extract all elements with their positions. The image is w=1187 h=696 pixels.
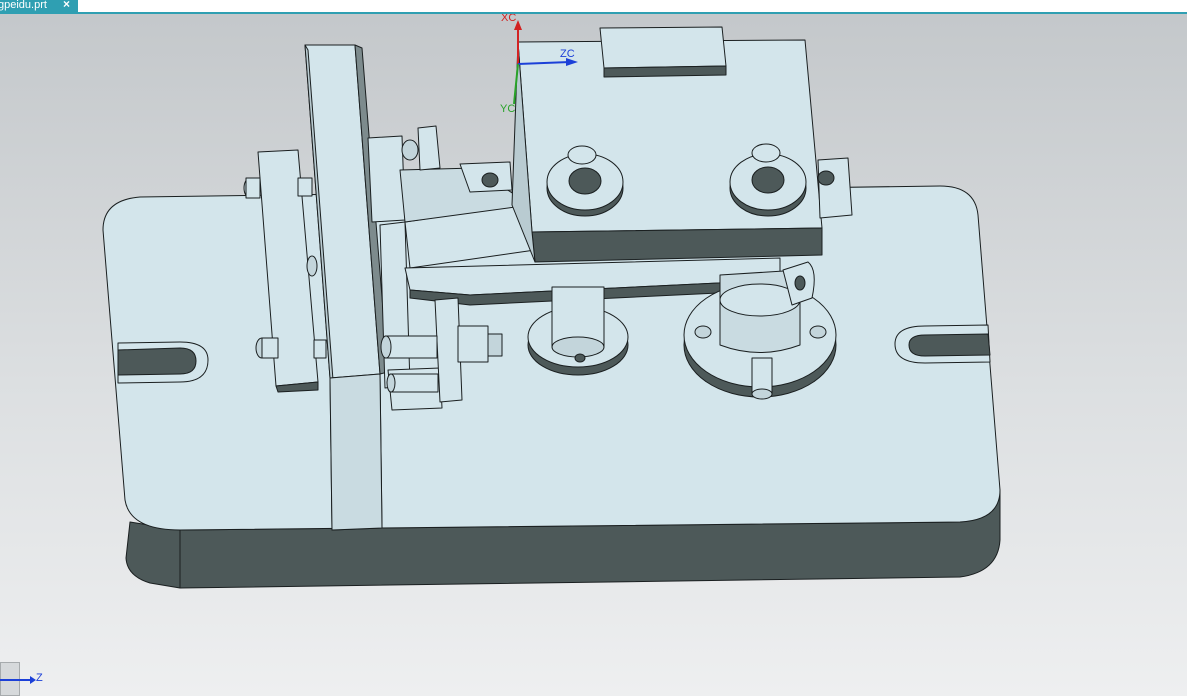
graphics-viewport[interactable]: XC ZC YC xyxy=(0,14,1187,696)
view-triad-z-arrow xyxy=(0,676,36,684)
tab-file-name: gpeidu.prt xyxy=(0,0,47,11)
file-tab-bar: gpeidu.prt × xyxy=(0,0,1187,14)
wcs-y-label: YC xyxy=(500,103,515,115)
view-triad-z-label: Z xyxy=(36,672,43,684)
wcs-x-label: XC xyxy=(501,14,516,24)
close-icon[interactable]: × xyxy=(63,0,70,10)
tab-part-file[interactable]: gpeidu.prt × xyxy=(0,0,78,12)
wcs-z-label: ZC xyxy=(560,48,575,60)
